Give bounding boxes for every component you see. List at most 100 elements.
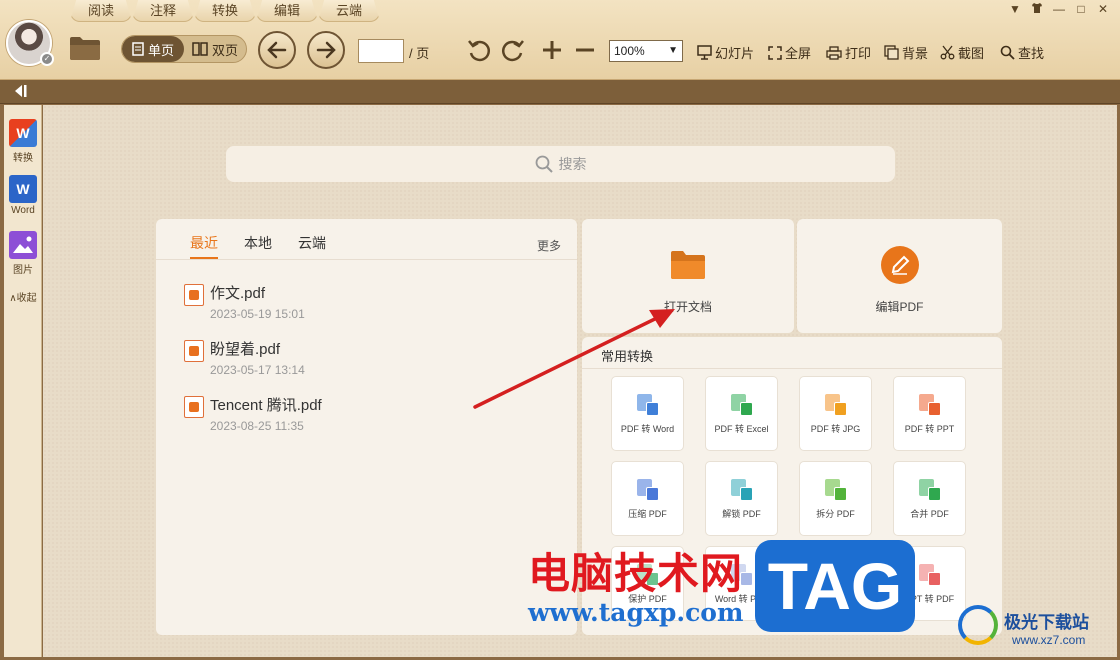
- background-icon: [884, 45, 899, 60]
- tab-recent[interactable]: 最近: [190, 233, 218, 259]
- file-name: Tencent 腾讯.pdf: [210, 397, 322, 414]
- open-folder-icon[interactable]: [68, 34, 102, 62]
- convert-tile-label: 解锁 PDF: [722, 509, 761, 519]
- compress-pdf-button[interactable]: 压缩 PDF: [611, 461, 684, 536]
- tab-cloud-files[interactable]: 云端: [298, 233, 326, 259]
- printer-icon: [826, 45, 842, 60]
- collapse-sidebar-icon[interactable]: [12, 84, 28, 101]
- search-icon: [535, 155, 553, 173]
- maximize-button[interactable]: □: [1074, 2, 1088, 17]
- search-placeholder: 搜索: [558, 156, 587, 172]
- zoom-in-icon[interactable]: [540, 38, 564, 62]
- tab-local[interactable]: 本地: [244, 233, 272, 259]
- divider: [156, 259, 577, 260]
- search-icon: [1000, 45, 1015, 60]
- collapse-button[interactable]: ∧收起: [4, 289, 42, 304]
- image-icon: [9, 231, 37, 259]
- scissors-icon: [940, 45, 955, 60]
- fullscreen-button[interactable]: 全屏: [768, 43, 811, 62]
- file-date: 2023-05-19 15:01: [210, 307, 305, 321]
- rotate-right-icon[interactable]: [500, 37, 526, 63]
- sidebar-item-word[interactable]: W Word: [4, 175, 42, 216]
- arrow-left-icon: [267, 41, 287, 59]
- edit-pdf-label: 编辑PDF: [875, 300, 924, 314]
- download-site-url: www.xz7.com: [1012, 633, 1086, 647]
- more-link[interactable]: 更多: [537, 237, 561, 254]
- sidebar-item-image[interactable]: 图片: [4, 231, 42, 276]
- sidebar-item-convert[interactable]: W 转换: [4, 119, 42, 164]
- side-panel: W 转换 W Word 图片 ∧收起: [4, 105, 42, 657]
- slideshow-button[interactable]: 幻灯片: [697, 43, 754, 62]
- recent-tabs: 最近 本地 云端: [190, 233, 326, 259]
- split-pdf-button[interactable]: 拆分 PDF: [799, 461, 872, 536]
- list-item[interactable]: 作文.pdf 2023-05-19 15:01: [184, 282, 305, 321]
- unlock-pdf-button[interactable]: 解锁 PDF: [705, 461, 778, 536]
- pdf-to-ppt-button[interactable]: PDF 转 PPT: [893, 376, 966, 451]
- tab-edit[interactable]: 编辑: [256, 0, 318, 22]
- top-toolbar: 阅读 注释 转换 编辑 云端 ▼ — □ ✕ ✓ 单页 双页 / 页 100% …: [0, 0, 1120, 80]
- convert-tile-label: 合并 PDF: [910, 509, 949, 519]
- watermark-url: www.tagxp.com: [528, 598, 744, 627]
- tab-read[interactable]: 阅读: [70, 0, 132, 22]
- background-button[interactable]: 背景: [884, 43, 928, 62]
- file-name: 作文.pdf: [210, 285, 266, 302]
- window-controls: ▼ — □ ✕: [1008, 2, 1110, 17]
- double-page-icon: [192, 42, 208, 56]
- previous-page-button[interactable]: [258, 31, 296, 69]
- close-button[interactable]: ✕: [1096, 2, 1110, 17]
- single-page-icon: [132, 42, 144, 56]
- pdf-convert-icon: W: [9, 119, 37, 147]
- compress-pdf-icon: [636, 479, 659, 501]
- file-date: 2023-05-17 13:14: [210, 363, 305, 377]
- tab-cloud[interactable]: 云端: [318, 0, 380, 22]
- double-page-button[interactable]: 双页: [184, 36, 246, 62]
- find-button[interactable]: 查找: [1000, 43, 1044, 62]
- single-page-button[interactable]: 单页: [122, 36, 184, 62]
- pdf-file-icon: [184, 396, 204, 418]
- next-page-button[interactable]: [307, 31, 345, 69]
- watermark-text: 电脑技术网: [528, 549, 744, 598]
- tab-convert[interactable]: 转换: [194, 0, 256, 22]
- arrow-right-icon: [316, 41, 336, 59]
- screenshot-button[interactable]: 截图: [940, 43, 984, 62]
- tab-annotate[interactable]: 注释: [132, 0, 194, 22]
- rotate-left-icon[interactable]: [466, 37, 492, 63]
- skin-icon[interactable]: [1030, 2, 1044, 17]
- pdf-to-jpg-icon: [824, 394, 847, 416]
- sidebar-item-label: Word: [11, 205, 35, 216]
- zoom-out-icon[interactable]: [573, 38, 597, 62]
- search-input[interactable]: 搜索: [226, 146, 895, 182]
- word-icon: W: [9, 175, 37, 203]
- download-site-logo-icon: [958, 605, 998, 645]
- recent-files-card: 最近 本地 云端 更多 作文.pdf 2023-05-19 15:01 盼望着.…: [156, 219, 577, 635]
- minimize-button[interactable]: —: [1052, 2, 1066, 17]
- print-button[interactable]: 打印: [826, 43, 871, 62]
- zoom-level-select[interactable]: 100% ▼: [609, 40, 683, 62]
- list-item[interactable]: 盼望着.pdf 2023-05-17 13:14: [184, 338, 305, 377]
- edit-pdf-button[interactable]: 编辑PDF: [797, 219, 1002, 333]
- file-date: 2023-08-25 11:35: [210, 419, 304, 433]
- zoom-level-value: 100%: [614, 44, 645, 58]
- menu-tabs: 阅读 注释 转换 编辑 云端: [70, 0, 380, 22]
- dropdown-menu-icon[interactable]: ▼: [1008, 2, 1022, 17]
- watermark-tag-logo: TAG: [755, 540, 915, 632]
- user-avatar[interactable]: ✓: [6, 20, 54, 66]
- convert-tile-label: PDF 转 Excel: [714, 424, 769, 434]
- download-site-name: 极光下载站: [1004, 613, 1089, 632]
- sidebar-toggle-bar: [0, 80, 1120, 104]
- merge-pdf-button[interactable]: 合并 PDF: [893, 461, 966, 536]
- view-mode-toggle: 单页 双页: [121, 35, 247, 63]
- pdf-to-excel-button[interactable]: PDF 转 Excel: [705, 376, 778, 451]
- chevron-down-icon: ▼: [668, 45, 678, 56]
- list-item[interactable]: Tencent 腾讯.pdf 2023-08-25 11:35: [184, 394, 322, 433]
- convert-tile-label: 压缩 PDF: [628, 509, 667, 519]
- annotation-arrow: [473, 309, 675, 409]
- page-suffix-label: / 页: [409, 46, 430, 61]
- pdf-to-jpg-button[interactable]: PDF 转 JPG: [799, 376, 872, 451]
- verified-badge-icon: ✓: [40, 52, 54, 66]
- pdf-file-icon: [184, 284, 204, 306]
- screenshot-label: 截图: [958, 46, 985, 61]
- background-label: 背景: [902, 46, 929, 61]
- convert-tile-label: 拆分 PDF: [816, 509, 855, 519]
- page-number-input[interactable]: [358, 39, 404, 63]
